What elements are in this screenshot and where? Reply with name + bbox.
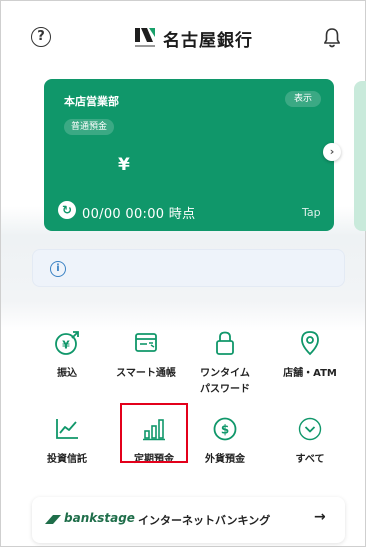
app-screen: ? 名古屋銀行 本店営業部 表示 普通預金 ¥ › ↻ 00/00 00:00 …	[0, 0, 366, 547]
show-balance-button[interactable]: 表示	[285, 91, 321, 107]
menu-label: すべて	[295, 454, 325, 465]
menu-label: 投資信託	[47, 454, 87, 465]
menu-store-atm[interactable]: 店舗・ATM	[270, 329, 350, 382]
menu-investment-trust[interactable]: 投資信託	[27, 415, 107, 468]
highlight-box	[120, 403, 188, 463]
menu-label: 振込	[57, 368, 77, 379]
notice-banner[interactable]: i	[32, 249, 345, 287]
menu-one-time-password[interactable]: ワンタイム パスワード	[185, 329, 265, 398]
bank-name: 名古屋銀行	[163, 30, 253, 51]
bankstage-brand: bankstage	[64, 511, 135, 525]
tap-hint: Tap	[302, 206, 321, 219]
info-icon: i	[50, 261, 66, 277]
bank-logo-mark-icon	[135, 28, 155, 47]
next-account-card-peek[interactable]	[354, 81, 366, 231]
menu-label: ワンタイム パスワード	[200, 368, 250, 395]
arrow-right-icon: →	[314, 509, 326, 525]
help-icon[interactable]: ?	[31, 27, 51, 47]
location-icon	[301, 331, 319, 356]
menu-all[interactable]: すべて	[270, 415, 350, 468]
transfer-icon: ¥	[55, 331, 79, 355]
svg-text:$: $	[221, 423, 229, 437]
branch-name: 本店営業部	[64, 95, 119, 108]
menu-label: スマート通帳	[116, 368, 176, 379]
menu-label: 店舗・ATM	[283, 368, 337, 379]
app-header: ? 名古屋銀行	[1, 21, 366, 57]
bell-icon[interactable]	[323, 27, 341, 49]
balance-currency: ¥	[118, 155, 130, 175]
menu-smart-passbook[interactable]: スマート通帳	[106, 329, 186, 382]
chart-line-icon	[56, 419, 78, 439]
refresh-button[interactable]: ↻	[58, 201, 76, 219]
chevron-right-icon: ›	[329, 145, 335, 158]
account-type-badge: 普通預金	[64, 119, 115, 135]
bank-logo: 名古屋銀行	[133, 25, 253, 51]
balance-timestamp: 00/00 00:00 時点	[82, 207, 196, 222]
chevron-down-icon	[298, 417, 322, 441]
bankstage-logo-icon	[45, 515, 61, 524]
passbook-icon	[135, 333, 157, 352]
lock-icon	[216, 331, 234, 355]
account-card[interactable]: 本店営業部 表示 普通預金 ¥ › ↻ 00/00 00:00 時点 Tap	[44, 79, 341, 231]
internet-banking-label: インターネットバンキング	[138, 514, 271, 527]
next-card-button[interactable]: ›	[323, 143, 341, 161]
menu-foreign-currency-deposit[interactable]: $ 外貨預金	[185, 415, 265, 468]
refresh-icon: ↻	[61, 203, 73, 217]
menu-label: 外貨預金	[205, 454, 245, 465]
svg-text:¥: ¥	[62, 339, 70, 352]
dollar-icon: $	[213, 417, 237, 441]
internet-banking-banner[interactable]: bankstage インターネットバンキング →	[32, 497, 345, 543]
menu-transfer[interactable]: ¥ 振込	[27, 329, 107, 382]
